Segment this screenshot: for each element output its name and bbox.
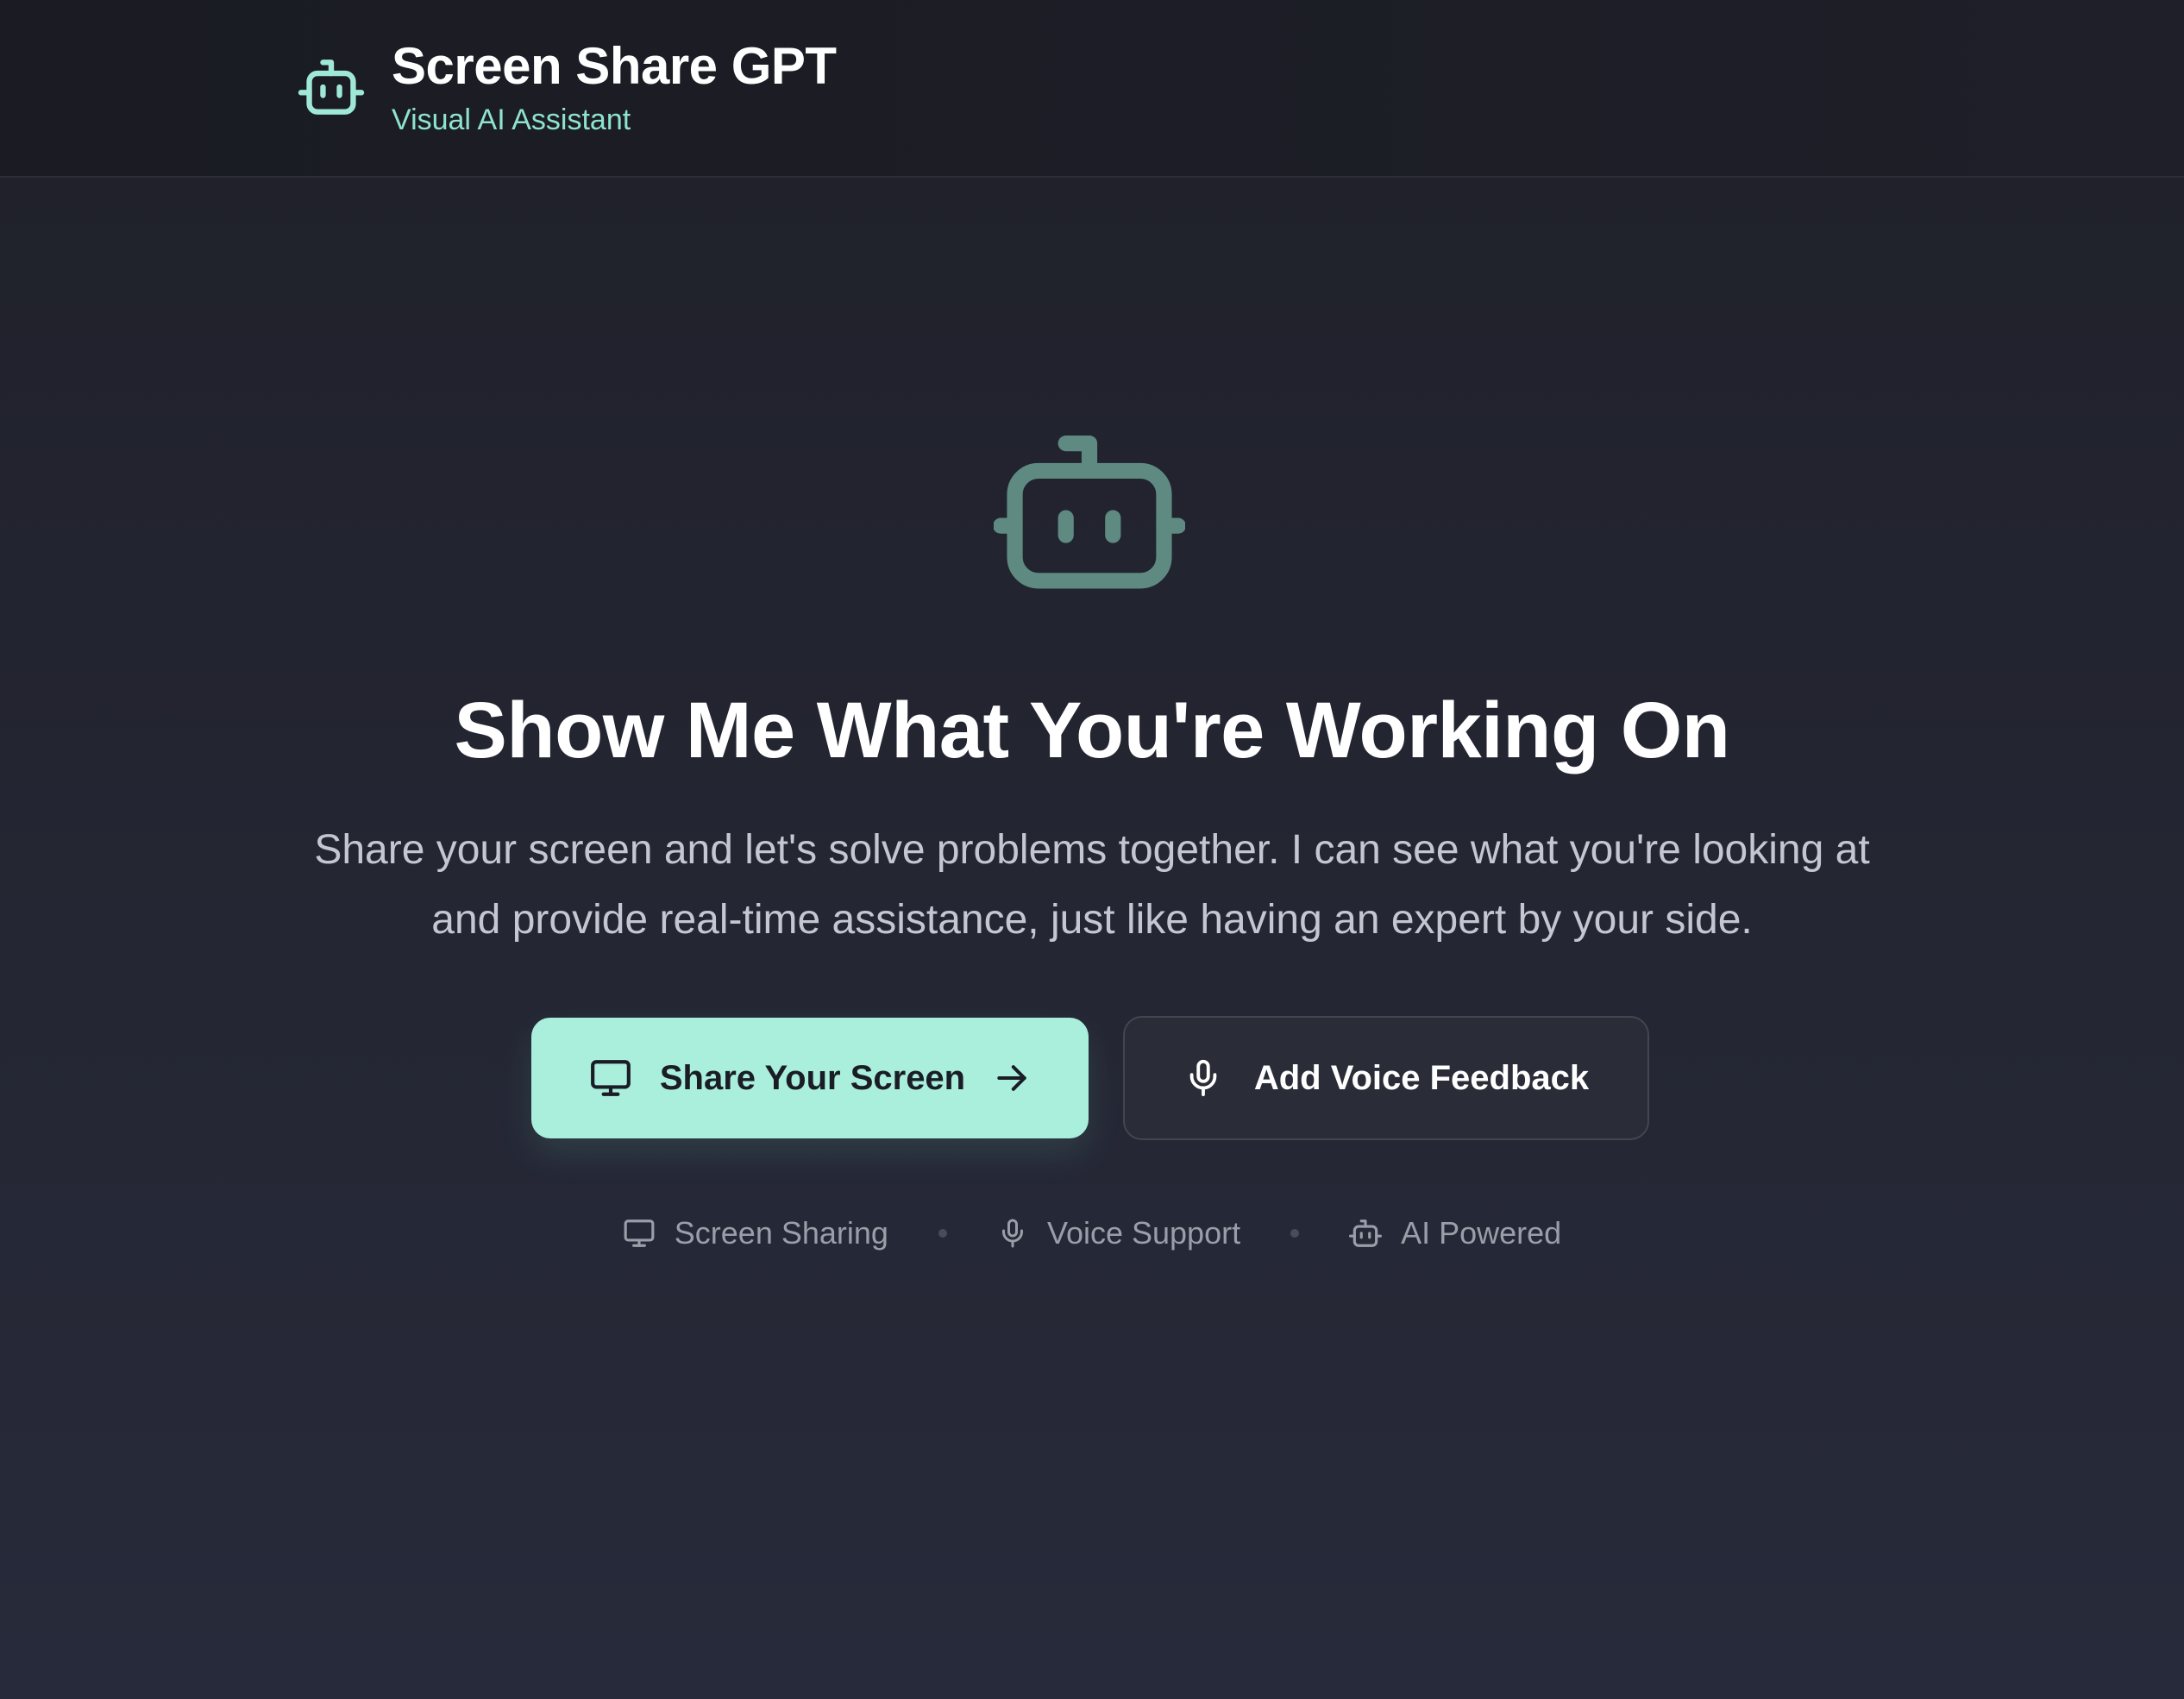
microphone-icon — [997, 1217, 1028, 1250]
feature-label: Voice Support — [1046, 1215, 1241, 1251]
add-voice-feedback-label: Add Voice Feedback — [1253, 1058, 1590, 1097]
app-header: Screen Share GPT Visual AI Assistant — [0, 0, 2184, 178]
microphone-icon — [1183, 1056, 1223, 1100]
feature-ai-powered: AI Powered — [1349, 1215, 1561, 1251]
monitor-icon — [589, 1056, 632, 1100]
robot-icon — [994, 436, 1185, 592]
feature-screen-sharing: Screen Sharing — [623, 1215, 888, 1251]
feature-label: Screen Sharing — [674, 1215, 888, 1251]
separator-dot — [938, 1229, 947, 1238]
arrow-right-icon — [993, 1059, 1031, 1097]
add-voice-feedback-button[interactable]: Add Voice Feedback — [1123, 1016, 1649, 1140]
app-subtitle: Visual AI Assistant — [392, 103, 631, 136]
robot-icon — [1349, 1218, 1383, 1249]
feature-voice-support: Voice Support — [997, 1215, 1240, 1251]
feature-list: Screen Sharing Voice Support AI Powered — [0, 1207, 2184, 1259]
feature-label: AI Powered — [1401, 1215, 1562, 1251]
share-screen-label: Share Your Screen — [659, 1058, 966, 1097]
robot-icon — [298, 57, 365, 117]
separator-dot — [1290, 1229, 1300, 1238]
app-title: Screen Share GPT — [392, 37, 837, 95]
page-headline: Show Me What You're Working On — [454, 686, 1730, 774]
hero-description: Share your screen and let's solve proble… — [314, 827, 1870, 943]
share-screen-button[interactable]: Share Your Screen — [531, 1018, 1089, 1138]
monitor-icon — [623, 1217, 656, 1250]
